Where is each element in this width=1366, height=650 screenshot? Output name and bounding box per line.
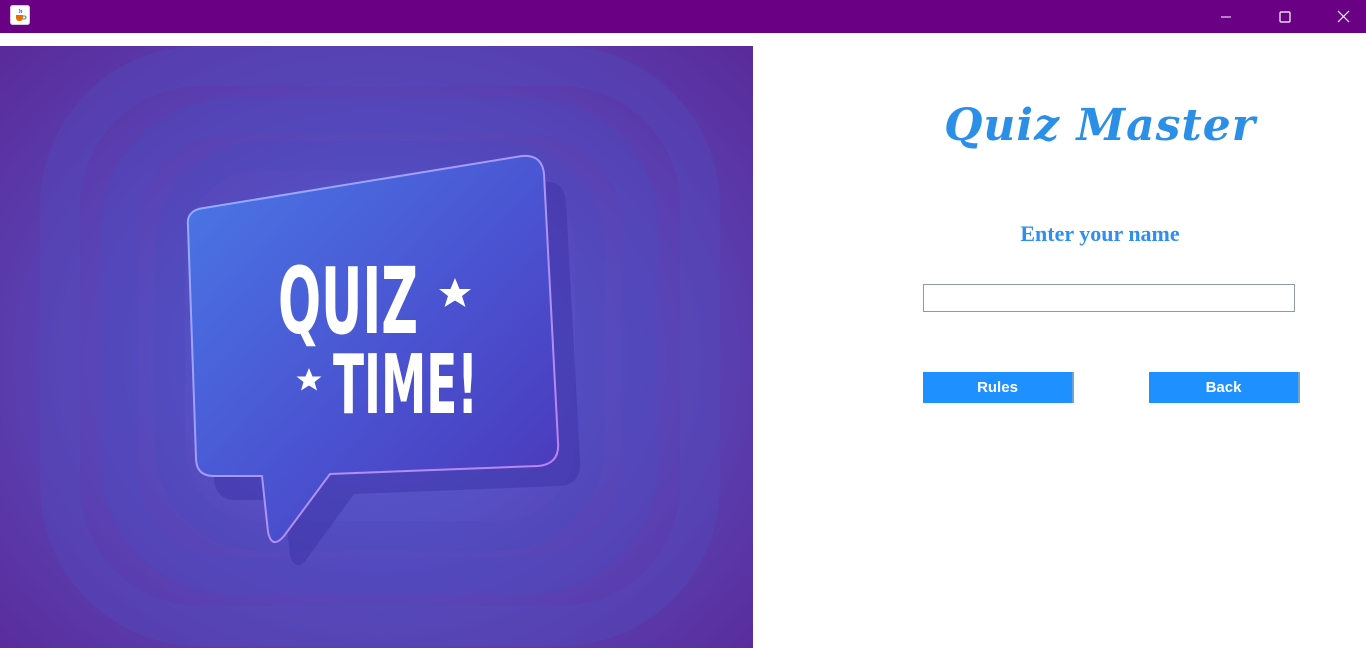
minimize-button[interactable] xyxy=(1197,0,1255,33)
back-button[interactable]: Back xyxy=(1149,372,1300,403)
minimize-icon xyxy=(1221,16,1231,17)
name-input[interactable] xyxy=(923,284,1295,312)
maximize-icon xyxy=(1279,10,1291,23)
close-button[interactable] xyxy=(1314,0,1366,33)
close-icon xyxy=(1337,10,1349,23)
app-title: Quiz Master xyxy=(944,100,1256,151)
banner-line2: TIME! xyxy=(333,338,478,433)
name-label: Enter your name xyxy=(1020,221,1180,246)
maximize-button[interactable] xyxy=(1256,0,1314,33)
window-titlebar[interactable] xyxy=(0,0,1366,33)
rules-button[interactable]: Rules xyxy=(923,372,1074,403)
quiz-time-banner-image: QUIZ TIME! xyxy=(0,46,753,648)
java-cup-icon xyxy=(10,5,30,25)
